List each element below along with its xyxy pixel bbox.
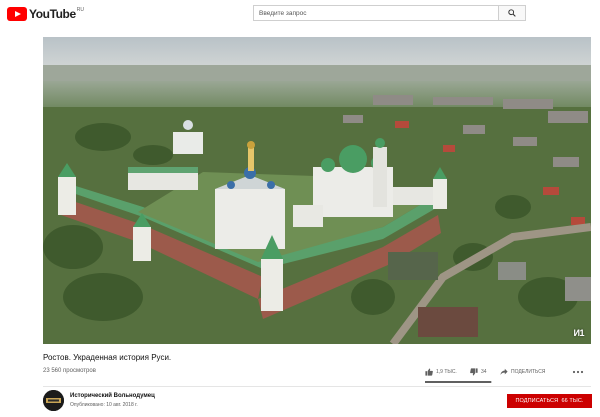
masthead: YouTube RU (0, 0, 600, 28)
video-player[interactable]: И1 (43, 37, 591, 344)
subscriber-count: 66 ТЫС. (561, 398, 584, 404)
avatar-image (43, 390, 64, 411)
more-dots-icon (572, 370, 584, 374)
thumbs-up-icon (425, 368, 433, 376)
subscribe-label: ПОДПИСАТЬСЯ (515, 398, 559, 404)
share-arrow-icon (500, 368, 508, 376)
like-ratio-fill (425, 381, 491, 383)
dislike-button[interactable]: 34 (470, 366, 487, 378)
youtube-play-icon (7, 7, 27, 21)
dislike-count: 34 (481, 369, 487, 375)
share-label: ПОДЕЛИТЬСЯ (511, 369, 546, 375)
subscribe-button[interactable]: ПОДПИСАТЬСЯ 66 ТЫС. (507, 394, 592, 408)
youtube-logo[interactable]: YouTube RU (7, 7, 84, 21)
like-count: 1,9 ТЫС. (436, 369, 457, 375)
search-input[interactable] (253, 5, 498, 21)
logo-region: RU (76, 7, 84, 13)
logo-text: YouTube (29, 7, 76, 21)
search-button[interactable] (498, 5, 526, 21)
channel-watermark: И1 (573, 328, 585, 338)
like-ratio-bar (425, 381, 492, 383)
thumbs-down-icon (470, 368, 478, 376)
search-icon (508, 9, 516, 17)
more-actions-button[interactable] (572, 366, 584, 378)
like-button[interactable]: 1,9 ТЫС. (425, 366, 457, 378)
view-count: 23 560 просмотров (43, 368, 96, 374)
search-bar (253, 5, 526, 21)
share-button[interactable]: ПОДЕЛИТЬСЯ (500, 366, 545, 378)
channel-name[interactable]: Исторический Вольнодумец (70, 393, 155, 399)
channel-avatar[interactable] (43, 390, 64, 411)
video-title: Ростов. Украденная история Руси. (43, 353, 172, 362)
info-divider (43, 386, 591, 387)
publish-date: Опубликовано: 10 авг. 2018 г. (70, 402, 138, 408)
video-frame (43, 37, 591, 344)
